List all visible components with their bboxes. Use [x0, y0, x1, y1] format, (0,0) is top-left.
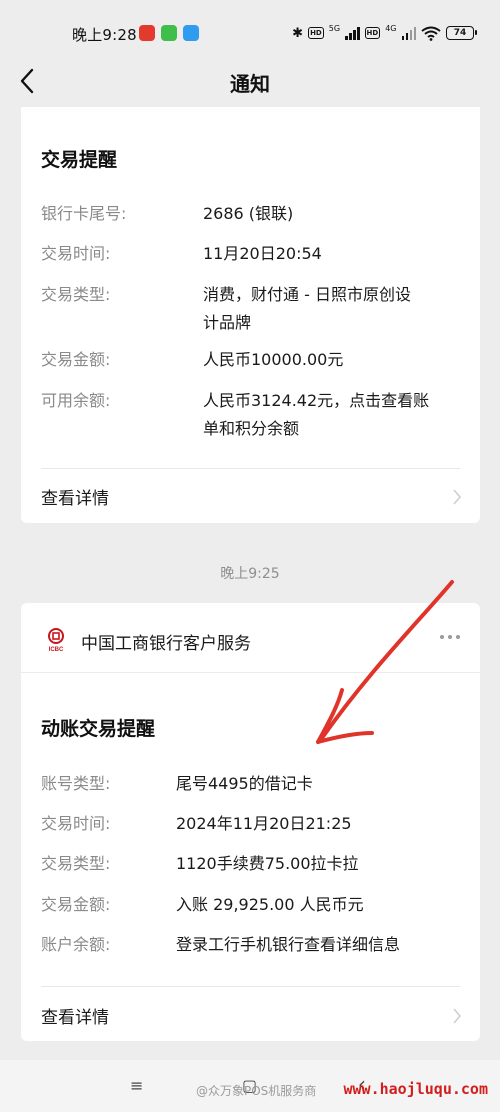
signal-icon	[345, 26, 360, 40]
view-details-link[interactable]: 查看详情	[41, 484, 109, 509]
row-value: 2686 (银联)	[203, 204, 294, 223]
more-icon[interactable]	[440, 635, 460, 639]
menu-button[interactable]: ≡	[130, 1076, 143, 1095]
logo-text: ICBC	[49, 647, 64, 653]
row-value[interactable]: 单和积分余额	[203, 414, 460, 443]
chevron-right-icon	[453, 1008, 462, 1024]
divider	[41, 468, 460, 469]
bluetooth-icon: ✱	[292, 25, 304, 41]
message-card[interactable]: ICBC 中国工商银行客户服务 动账交易提醒 账号类型: 尾号4495的借记卡 …	[21, 603, 480, 1041]
row-label: 银行卡尾号:	[41, 204, 127, 223]
status-time: 晚上9:28	[72, 26, 137, 44]
network-label: 5G	[328, 24, 341, 33]
watermark: @众万象POS机服务商	[196, 1084, 317, 1098]
info-row: 交易金额: 人民币10000.00元	[41, 345, 460, 374]
network-label: 4G	[385, 24, 397, 33]
chevron-right-icon	[453, 489, 462, 505]
hd-icon: HD	[308, 27, 324, 39]
row-value: 2024年11月20日21:25	[176, 814, 352, 833]
info-row: 银行卡尾号: 2686 (银联)	[41, 199, 460, 228]
row-label: 交易金额:	[41, 895, 111, 914]
row-value: 1120手续费75.00拉卡拉	[176, 854, 359, 873]
row-value[interactable]: 人民币3124.42元，点击查看账	[203, 386, 460, 415]
row-label: 交易类型:	[41, 285, 111, 304]
notification-app-icon	[183, 25, 199, 41]
info-row: 交易时间: 11月20日20:54	[41, 239, 460, 268]
row-label: 交易时间:	[41, 814, 111, 833]
message-title: 交易提醒	[41, 149, 118, 171]
message-timestamp: 晚上9:25	[220, 566, 280, 582]
header: 通知	[0, 60, 500, 106]
row-value: 入账 29,925.00 人民币元	[176, 895, 364, 914]
divider	[41, 986, 460, 987]
row-value: 计品牌	[203, 313, 252, 332]
info-row: 交易金额: 入账 29,925.00 人民币元	[41, 890, 460, 919]
sender-name: 中国工商银行客户服务	[81, 634, 251, 654]
info-row: 交易类型: 1120手续费75.00拉卡拉	[41, 849, 460, 878]
message-title: 动账交易提醒	[41, 718, 156, 740]
row-label: 账号类型:	[41, 774, 111, 793]
info-row: 账户余额: 登录工行手机银行查看详细信息	[41, 930, 460, 959]
row-label: 账户余额:	[41, 935, 111, 954]
view-details-link[interactable]: 查看详情	[41, 1003, 109, 1028]
row-value: 登录工行手机银行查看详细信息	[176, 935, 401, 954]
info-row: 可用余额: 人民币3124.42元，点击查看账 单和积分余额	[41, 386, 460, 444]
wifi-icon	[421, 26, 441, 41]
row-label: 交易金额:	[41, 350, 111, 369]
info-row: 交易类型: 消费，财付通 - 日照市原创设 计品牌	[41, 280, 460, 338]
row-label: 交易类型:	[41, 854, 111, 873]
status-icons: ✱ HD 5G HD 4G 74	[292, 24, 477, 42]
icbc-logo-icon: ICBC	[48, 628, 64, 653]
signal-icon	[401, 26, 416, 40]
hd-icon: HD	[364, 27, 381, 39]
site-watermark: www.haojluqu.com	[343, 1080, 489, 1098]
notification-app-icon	[161, 25, 177, 41]
row-value: 尾号4495的借记卡	[176, 774, 313, 793]
row-label: 可用余额:	[41, 391, 111, 410]
row-value: 11月20日20:54	[203, 244, 322, 263]
page-title: 通知	[230, 72, 270, 96]
battery-icon: 74	[446, 26, 477, 40]
info-row: 账号类型: 尾号4495的借记卡	[41, 769, 460, 798]
row-value: 消费，财付通 - 日照市原创设	[203, 285, 411, 304]
row-value: 人民币10000.00元	[203, 350, 344, 369]
sender-header[interactable]: ICBC 中国工商银行客户服务	[21, 603, 480, 673]
row-label: 交易时间:	[41, 244, 111, 263]
notification-app-icon	[139, 25, 155, 41]
info-row: 交易时间: 2024年11月20日21:25	[41, 809, 460, 838]
message-card[interactable]: 交易提醒 银行卡尾号: 2686 (银联) 交易时间: 11月20日20:54 …	[21, 107, 480, 523]
status-bar: 晚上9:28 ✱ HD 5G HD 4G 74	[0, 0, 500, 60]
